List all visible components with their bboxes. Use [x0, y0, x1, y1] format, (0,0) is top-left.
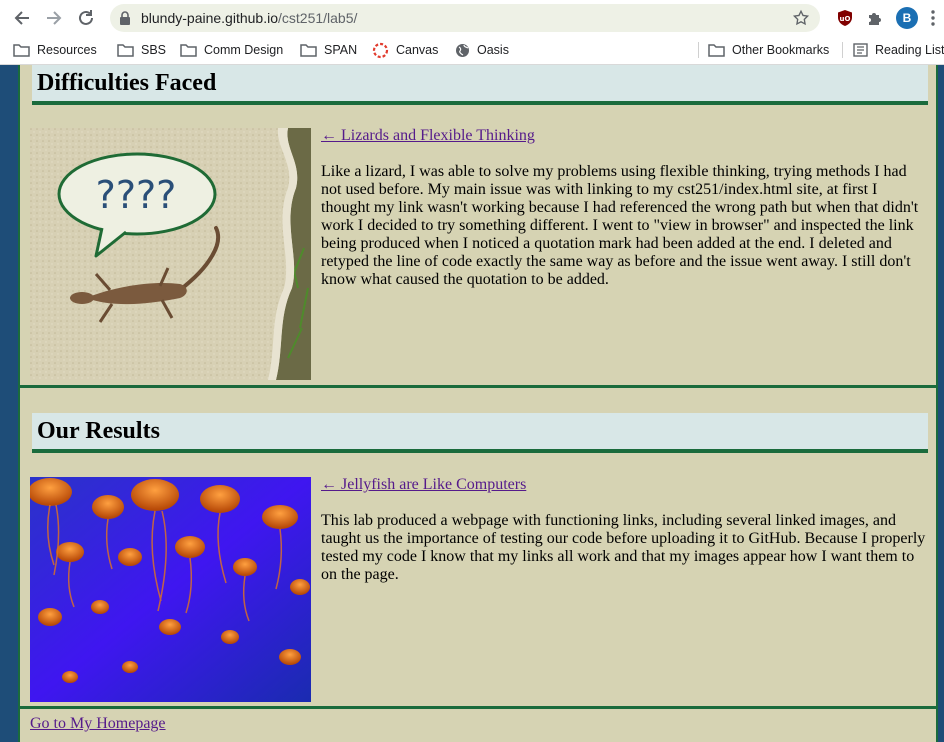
bookmark-star-icon[interactable] [792, 9, 810, 27]
bookmark-comm-design[interactable]: Comm Design [180, 41, 283, 59]
other-bookmarks-label: Other Bookmarks [732, 43, 830, 57]
bookmark-canvas[interactable]: Canvas [372, 41, 438, 59]
puzzle-icon [869, 13, 881, 25]
bookmark-span[interactable]: SPAN [300, 41, 357, 59]
folder-icon [180, 44, 197, 57]
homepage-link[interactable]: Go to My Homepage [30, 715, 166, 733]
reading-list-icon [853, 43, 868, 57]
section-heading: Our Results [32, 413, 928, 453]
section-title: Our Results [37, 418, 160, 444]
jellyfish-link[interactable]: ← Jellyfish are Like Computers [321, 476, 526, 494]
svg-text:uO: uO [840, 15, 851, 23]
footer-divider [20, 706, 936, 709]
url-text: blundy-paine.github.io/cst251/lab5/ [141, 10, 357, 26]
jellyfish-illustration [30, 477, 311, 702]
other-bookmarks[interactable]: Other Bookmarks [708, 41, 829, 59]
bookmark-label: Comm Design [204, 43, 284, 57]
bookmarks-divider [842, 42, 843, 58]
canvas-icon [372, 42, 389, 58]
lock-icon [120, 11, 130, 25]
browser-toolbar: blundy-paine.github.io/cst251/lab5/ uO B [0, 0, 944, 36]
jellyfish-image[interactable] [30, 477, 311, 702]
bookmark-oasis[interactable]: Oasis [455, 41, 509, 59]
page-content: Difficulties Faced ???? ← Lizards and Fl… [18, 65, 938, 742]
bookmark-label: SPAN [324, 43, 358, 57]
bookmarks-bar: Resources SBS Comm Design SPAN Canvas Oa… [0, 36, 944, 65]
bookmark-label: Canvas [396, 43, 439, 57]
profile-avatar[interactable]: B [896, 7, 918, 29]
forward-button[interactable] [42, 6, 66, 30]
section-title: Difficulties Faced [37, 70, 217, 96]
bookmark-label: SBS [141, 43, 167, 57]
page-viewport[interactable]: Difficulties Faced ???? ← Lizards and Fl… [0, 65, 944, 742]
back-button[interactable] [10, 6, 34, 30]
bookmarks-divider [698, 42, 699, 58]
results-paragraph: This lab produced a webpage with functio… [321, 512, 926, 583]
lizard-link[interactable]: ← Lizards and Flexible Thinking [321, 127, 535, 145]
lizard-image[interactable]: ???? [30, 128, 311, 380]
back-arrow-icon [14, 11, 29, 25]
bookmark-label: Resources [37, 43, 97, 57]
reading-list-label: Reading List [875, 43, 944, 57]
folder-icon [117, 44, 134, 57]
menu-kebab-icon[interactable] [930, 9, 936, 27]
address-bar[interactable]: blundy-paine.github.io/cst251/lab5/ [110, 4, 820, 32]
reading-list[interactable]: Reading List [853, 41, 944, 59]
url-host: blundy-paine.github.io [141, 10, 278, 26]
shield-icon: uO [838, 10, 852, 26]
section-divider [20, 385, 936, 388]
difficulties-paragraph: Like a lizard, I was able to solve my pr… [321, 163, 919, 288]
lizard-illustration: ???? [30, 128, 311, 380]
forward-arrow-icon [47, 11, 62, 25]
ublock-extension-icon[interactable]: uO [834, 7, 856, 29]
bookmark-resources[interactable]: Resources [13, 41, 97, 59]
bubble-text: ???? [96, 173, 177, 217]
globe-icon [456, 43, 469, 57]
reload-icon [79, 10, 93, 25]
section-heading: Difficulties Faced [32, 65, 928, 105]
folder-icon [300, 44, 317, 57]
bookmark-sbs[interactable]: SBS [117, 41, 166, 59]
bookmark-label: Oasis [477, 43, 509, 57]
extensions-button[interactable] [864, 7, 886, 29]
reload-button[interactable] [74, 6, 98, 30]
url-path: /cst251/lab5/ [278, 10, 358, 26]
folder-icon [13, 44, 30, 57]
folder-icon [708, 44, 725, 57]
